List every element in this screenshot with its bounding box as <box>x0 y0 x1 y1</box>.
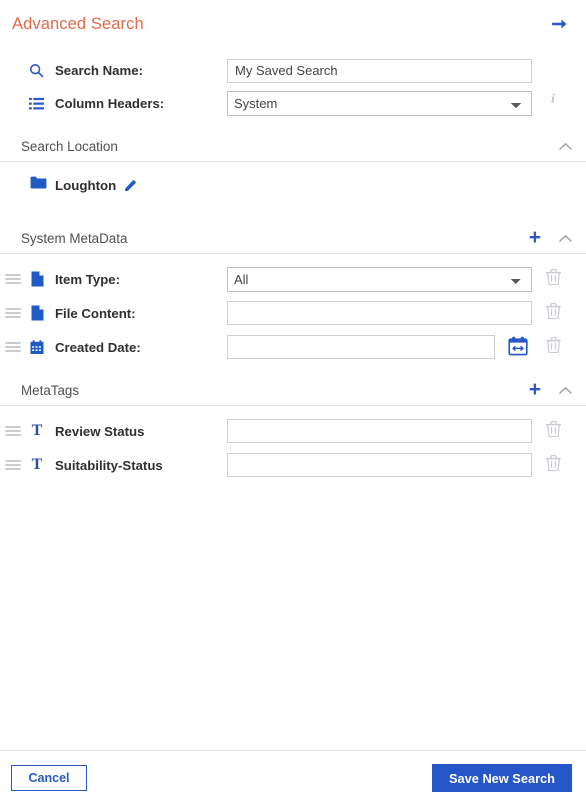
section-header-system-metadata: System MetaData + <box>0 224 586 254</box>
search-icon <box>29 63 51 78</box>
section-header-search-location: Search Location <box>0 132 586 162</box>
document-icon <box>27 305 47 321</box>
system-metadata-title: System MetaData <box>21 231 128 246</box>
search-name-field-wrap <box>227 58 532 83</box>
trash-icon[interactable] <box>546 455 561 471</box>
pencil-icon[interactable] <box>124 179 137 192</box>
criteria-field-wrap <box>227 453 532 477</box>
trash-icon[interactable] <box>546 269 561 285</box>
search-location-body: Loughton <box>0 162 586 224</box>
search-location-title: Search Location <box>21 139 118 154</box>
chevron-up-icon[interactable] <box>558 384 572 398</box>
criteria-row-created-date: Created Date: <box>0 330 586 364</box>
panel-header: Advanced Search <box>0 0 586 48</box>
list-icon <box>29 97 51 111</box>
plus-icon[interactable]: + <box>529 227 541 251</box>
metatags-title: MetaTags <box>21 383 80 398</box>
trash-icon[interactable] <box>546 303 561 319</box>
page-title: Advanced Search <box>12 14 144 33</box>
plus-icon[interactable]: + <box>529 379 541 403</box>
review-status-input[interactable] <box>227 419 532 443</box>
criteria-field-wrap <box>227 335 495 359</box>
drag-handle-icon[interactable] <box>5 308 23 318</box>
column-headers-field-wrap: System <box>227 91 532 116</box>
save-new-search-button[interactable]: Save New Search <box>432 764 572 792</box>
criteria-row-item-type: Item Type: All <box>0 262 586 296</box>
column-headers-select[interactable]: System <box>227 91 532 116</box>
criteria-row-review-status: T Review Status <box>0 414 586 448</box>
calendar-picker-icon[interactable] <box>508 336 528 356</box>
top-form: Search Name: Column Headers: System <box>0 48 586 132</box>
text-tag-glyph: T <box>31 422 43 439</box>
drag-handle-icon[interactable] <box>5 274 23 284</box>
arrow-right-icon[interactable] <box>548 12 572 36</box>
location-name: Loughton <box>55 178 117 193</box>
document-icon <box>27 271 47 287</box>
advanced-search-panel: Advanced Search Search Name: My Saved Se… <box>0 0 586 805</box>
column-headers-label: Column Headers: <box>55 96 165 111</box>
folder-icon <box>30 176 47 195</box>
criteria-label: File Content: <box>55 305 136 321</box>
trash-icon[interactable] <box>546 421 561 437</box>
criteria-label: Item Type: <box>55 271 120 287</box>
column-headers-row: Column Headers: System i <box>0 87 586 120</box>
criteria-field-wrap <box>227 419 532 443</box>
panel-footer: Cancel Save New Search <box>0 750 586 805</box>
search-name-label: Search Name: <box>55 63 143 78</box>
created-date-input[interactable] <box>227 335 495 359</box>
criteria-row-file-content: File Content: <box>0 296 586 330</box>
item-type-select[interactable]: All <box>227 266 532 292</box>
file-content-input[interactable] <box>227 301 532 325</box>
system-metadata-rows: Item Type: All File Content: Created Dat… <box>0 254 586 364</box>
cancel-button[interactable]: Cancel <box>11 765 87 791</box>
chevron-up-icon[interactable] <box>558 140 572 154</box>
search-name-row: Search Name: <box>0 54 586 87</box>
calendar-icon <box>27 339 47 355</box>
criteria-label: Review Status <box>55 423 145 439</box>
location-item[interactable]: Loughton <box>30 176 137 195</box>
section-header-metatags: MetaTags + <box>0 376 586 406</box>
criteria-label: Created Date: <box>55 339 141 355</box>
suitability-status-input[interactable] <box>227 453 532 477</box>
info-icon[interactable]: i <box>551 92 555 108</box>
text-tag-icon: T <box>27 423 47 439</box>
chevron-up-icon[interactable] <box>558 232 572 246</box>
criteria-field-wrap <box>227 301 532 325</box>
criteria-row-suitability-status: T Suitability-Status <box>0 448 586 482</box>
metatags-rows: T Review Status T Suitability-Status <box>0 406 586 482</box>
criteria-field-wrap: All <box>227 266 532 292</box>
drag-handle-icon[interactable] <box>5 460 23 470</box>
drag-handle-icon[interactable] <box>5 426 23 436</box>
search-name-input[interactable] <box>227 58 532 83</box>
trash-icon[interactable] <box>546 337 561 353</box>
drag-handle-icon[interactable] <box>5 342 23 352</box>
criteria-label: Suitability-Status <box>55 457 163 473</box>
text-tag-glyph: T <box>31 456 43 473</box>
text-tag-icon: T <box>27 457 47 473</box>
